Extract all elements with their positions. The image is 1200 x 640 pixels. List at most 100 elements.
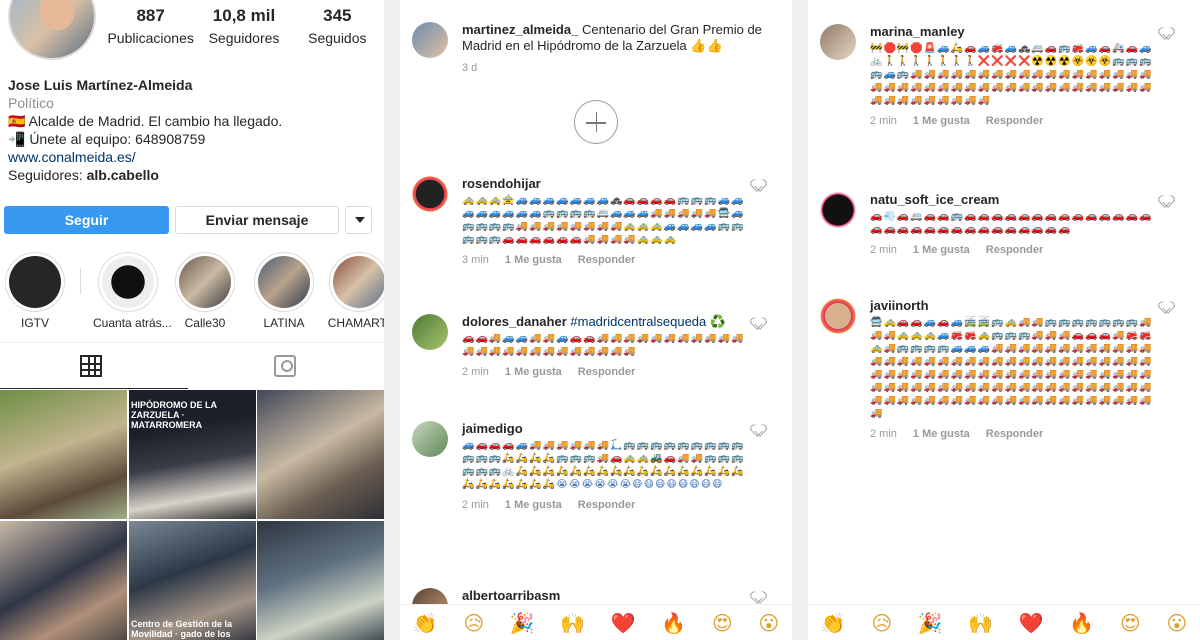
photo-thumbnail[interactable]: HIPÓDROMO DE LA ZARZUELA · MATARROMERA xyxy=(129,390,256,519)
followed-by-user[interactable]: alb.cabello xyxy=(87,167,159,183)
reply-button[interactable]: Responder xyxy=(986,115,1043,127)
post-meta: 3 d xyxy=(462,60,762,76)
stat-posts-label: Publicaciones xyxy=(107,30,194,46)
party-icon[interactable]: 🎉 xyxy=(510,611,535,635)
story-highlights: IGTV Cuanta atrás... Calle30 LATINA CHAM… xyxy=(0,252,384,332)
comment-time: 3 min xyxy=(462,254,489,266)
comment-meta: 2 min 1 Me gusta Responder xyxy=(870,242,1160,258)
stat-followers-label: Seguidores xyxy=(208,30,280,46)
avatar[interactable] xyxy=(412,22,448,58)
comment-time: 2 min xyxy=(462,366,489,378)
chamartin-thumbnail xyxy=(333,256,384,308)
surprised-face-icon[interactable]: 😮 xyxy=(758,611,779,635)
highlight-countdown[interactable]: Cuanta atrás... xyxy=(93,252,172,330)
highlight-latina-label: LATINA xyxy=(263,316,305,330)
raised-hands-icon[interactable]: 🙌 xyxy=(560,611,585,635)
heart-icon[interactable] xyxy=(752,592,764,603)
comment-username[interactable]: rosendohijar xyxy=(462,176,541,191)
photo-thumbnail[interactable]: Centro de Gestión de la Movilidad · gado… xyxy=(129,521,256,640)
comment-likes[interactable]: 1 Me gusta xyxy=(913,244,970,256)
suggested-dropdown-button[interactable] xyxy=(345,206,372,234)
photo-thumbnail[interactable] xyxy=(0,390,127,519)
clap-icon[interactable]: 👏 xyxy=(821,611,846,635)
comment-time: 2 min xyxy=(462,499,489,511)
highlight-calle30-ring xyxy=(175,252,235,312)
comment-likes[interactable]: 1 Me gusta xyxy=(505,254,562,266)
stat-posts-count: 887 xyxy=(136,6,165,25)
heart-eyes-icon[interactable]: 😍 xyxy=(712,611,733,635)
photo-thumbnail[interactable] xyxy=(0,521,127,640)
comment-likes[interactable]: 1 Me gusta xyxy=(505,366,562,378)
highlight-latina[interactable]: LATINA xyxy=(249,252,319,330)
photo-thumbnail[interactable] xyxy=(257,521,384,640)
reply-button[interactable]: Responder xyxy=(578,499,635,511)
heart-emoji-icon[interactable]: ❤️ xyxy=(1019,611,1044,635)
reply-button[interactable]: Responder xyxy=(986,244,1043,256)
clap-icon[interactable]: 👏 xyxy=(413,611,438,635)
comment-likes[interactable]: 1 Me gusta xyxy=(505,499,562,511)
stat-following[interactable]: 345 Seguidos xyxy=(291,6,384,46)
avatar[interactable] xyxy=(412,176,448,212)
stat-following-count: 345 xyxy=(323,6,352,25)
fire-icon[interactable]: 🔥 xyxy=(1069,611,1094,635)
comment-likes[interactable]: 1 Me gusta xyxy=(913,115,970,127)
reply-button[interactable]: Responder xyxy=(578,366,635,378)
fire-icon[interactable]: 🔥 xyxy=(661,611,686,635)
surprised-face-icon[interactable]: 😮 xyxy=(1166,611,1187,635)
stat-followers[interactable]: 10,8 mil Seguidores xyxy=(197,6,290,46)
heart-icon[interactable] xyxy=(1160,196,1172,207)
panel-divider xyxy=(792,0,808,640)
comment-username[interactable]: jaimedigo xyxy=(462,421,523,436)
highlight-countdown-label: Cuanta atrás... xyxy=(93,316,172,330)
reply-button[interactable]: Responder xyxy=(578,254,635,266)
comment-emoji: 🚧🛑🚧🛑🚨🚙🛵🚗🚙🚒🚙🚓🚐🚗🚌🚒🚙🚗🚑🚗🚙🚲🚶🚶🚶🚶🚶🚶🚶❌❌❌❌☢️☢️☢️☣… xyxy=(870,43,1153,106)
profile-avatar[interactable] xyxy=(8,0,96,60)
profile-name: Jose Luis Martínez-Almeida xyxy=(8,77,193,93)
sad-face-icon[interactable]: 😥 xyxy=(463,611,484,635)
comment-username[interactable]: dolores_danaher xyxy=(462,314,567,329)
highlight-igtv[interactable]: IGTV xyxy=(0,252,70,330)
comment-body: dolores_danaher #madridcentralsequeda ♻️… xyxy=(462,314,752,380)
add-comment-icon[interactable] xyxy=(574,100,618,144)
send-message-button[interactable]: Enviar mensaje xyxy=(175,206,339,234)
profile-category: Político xyxy=(8,95,54,111)
sad-face-icon[interactable]: 😥 xyxy=(871,611,892,635)
heart-eyes-icon[interactable]: 😍 xyxy=(1120,611,1141,635)
highlight-chamartin-ring xyxy=(329,252,384,312)
comment-username[interactable]: marina_manley xyxy=(870,24,965,39)
heart-icon[interactable] xyxy=(752,425,764,436)
panel-divider xyxy=(384,0,400,640)
profile-link[interactable]: www.conalmeida.es/ xyxy=(8,148,378,166)
follow-button[interactable]: Seguir xyxy=(4,206,169,234)
stat-following-label: Seguidos xyxy=(308,30,367,46)
reply-button[interactable]: Responder xyxy=(986,428,1043,440)
heart-icon[interactable] xyxy=(1160,28,1172,39)
photo-thumbnail[interactable] xyxy=(257,390,384,519)
heart-emoji-icon[interactable]: ❤️ xyxy=(611,611,636,635)
party-icon[interactable]: 🎉 xyxy=(918,611,943,635)
tab-tagged[interactable] xyxy=(188,343,384,389)
comment-likes[interactable]: 1 Me gusta xyxy=(913,428,970,440)
highlight-calle30[interactable]: Calle30 xyxy=(170,252,240,330)
profile-tabs xyxy=(0,342,384,389)
comment-meta: 2 min 1 Me gusta Responder xyxy=(870,426,1160,442)
avatar[interactable] xyxy=(412,421,448,457)
avatar[interactable] xyxy=(820,24,856,60)
highlight-chamartin[interactable]: CHAMARTÍ xyxy=(324,252,384,330)
comment-username[interactable]: albertoarribasm xyxy=(462,588,560,603)
avatar[interactable] xyxy=(820,298,856,334)
comment-hashtag[interactable]: #madridcentralsequeda ♻️ xyxy=(570,314,726,329)
heart-icon[interactable] xyxy=(752,318,764,329)
avatar[interactable] xyxy=(412,314,448,350)
comment-username[interactable]: natu_soft_ice_cream xyxy=(870,192,999,207)
comment-username[interactable]: javiinorth xyxy=(870,298,929,313)
heart-icon[interactable] xyxy=(752,180,764,191)
grid-icon xyxy=(80,355,102,377)
comment-emoji: 🚙🚗🚗🚗🚙🚚🚚🚚🚚🚚🚚🛴🚌🚌🚌🚌🚌🚌🚌🚌🚌🚌🚌🚌🛵🛵🛵🛵🚌🚌🚌🚚🚗🚕🚕🚜🚗🚚🚚🚌… xyxy=(462,440,745,490)
avatar[interactable] xyxy=(820,192,856,228)
raised-hands-icon[interactable]: 🙌 xyxy=(968,611,993,635)
heart-icon[interactable] xyxy=(1160,302,1172,313)
post-username[interactable]: martinez_almeida_ xyxy=(462,22,578,37)
stat-posts[interactable]: 887 Publicaciones xyxy=(104,6,197,46)
tab-posts-grid[interactable] xyxy=(0,343,188,389)
